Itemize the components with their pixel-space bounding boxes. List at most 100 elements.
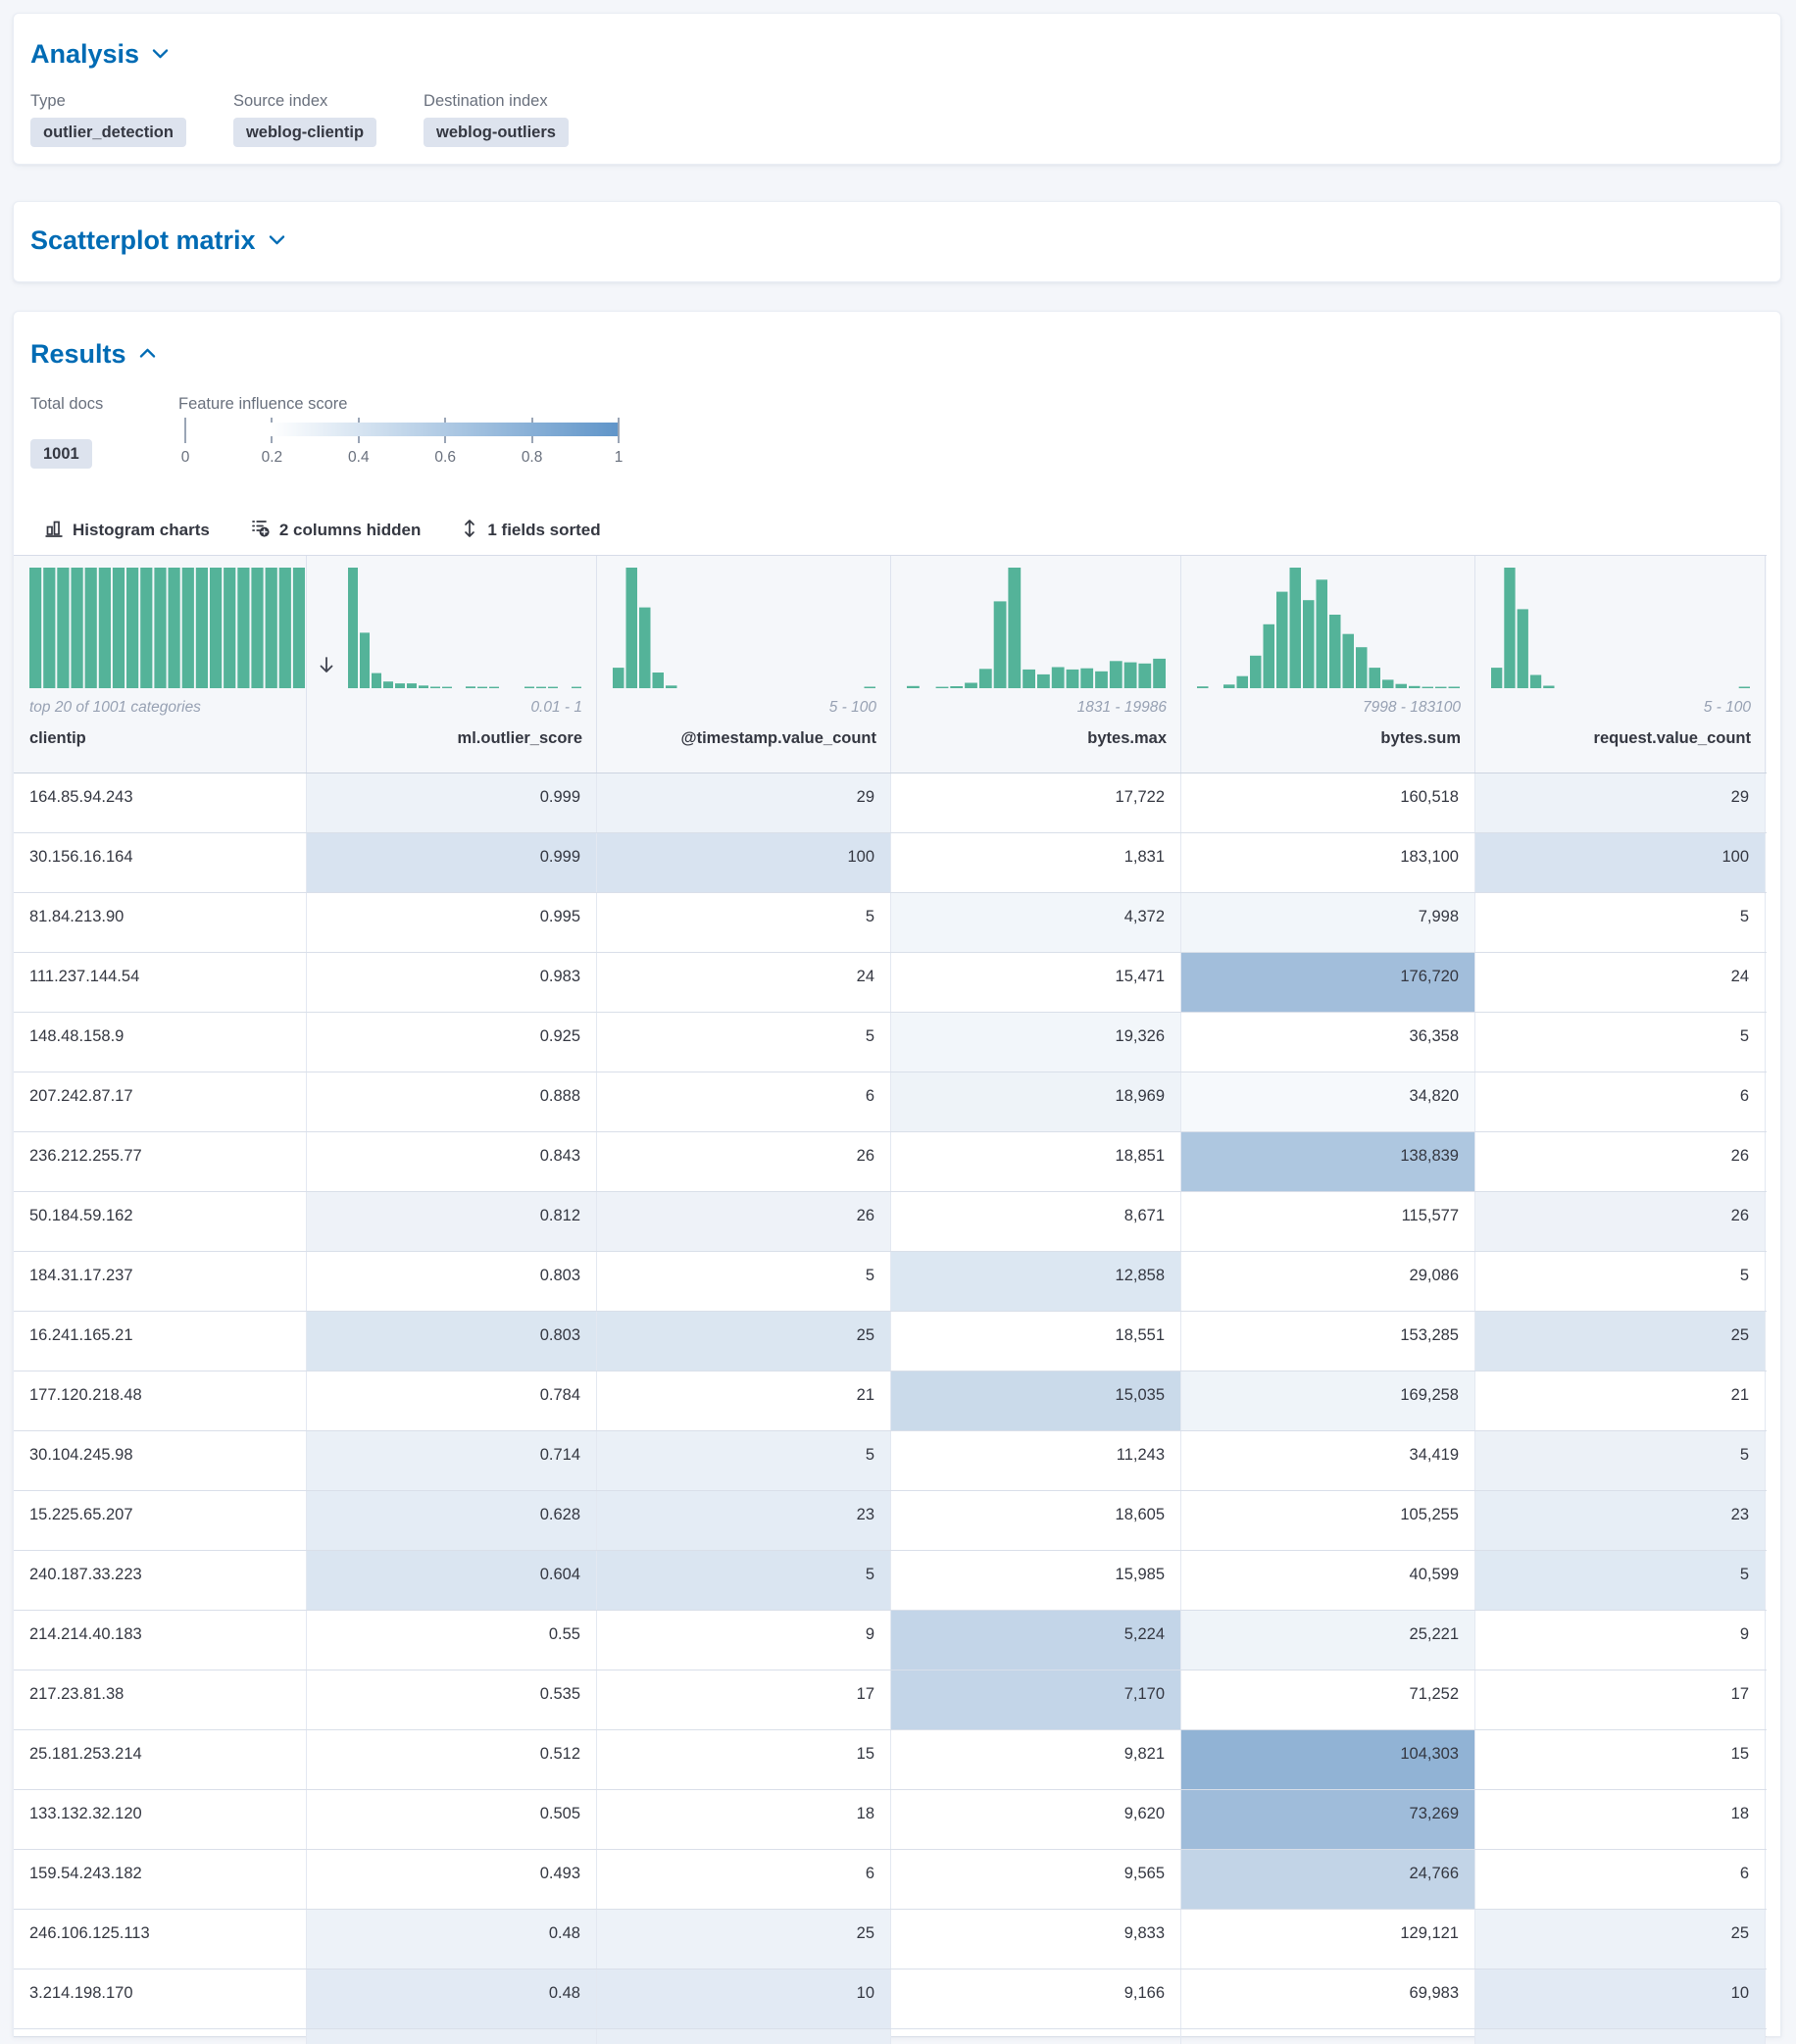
cell-ml-outlier-score[interactable]: 0.505 (307, 1790, 597, 1849)
cell-ml-outlier-score[interactable]: 0.512 (307, 1730, 597, 1789)
cell-bytes-max[interactable]: 9,620 (891, 1790, 1181, 1849)
cell-ml-outlier-score[interactable]: 0.983 (307, 953, 597, 1012)
cell-clientip[interactable]: 159.54.243.182 (14, 1850, 307, 1909)
cell-timestamp-value-count[interactable]: 29 (597, 773, 891, 832)
cell-timestamp-value-count[interactable]: 5 (597, 1013, 891, 1072)
cell-ml-outlier-score[interactable]: 0.999 (307, 773, 597, 832)
cell-timestamp-value-count[interactable]: 26 (597, 1192, 891, 1251)
column-header-request-value-count[interactable]: 5 - 100request.value_count (1475, 556, 1766, 773)
cell-timestamp-value-count[interactable]: 25 (597, 1910, 891, 1969)
cell-bytes-max[interactable]: 5,224 (891, 1611, 1181, 1670)
cell-clientip[interactable]: 30.104.245.98 (14, 1431, 307, 1490)
cell-clientip[interactable]: 214.214.40.183 (14, 1611, 307, 1670)
cell-bytes-sum[interactable]: 183,100 (1181, 833, 1475, 892)
cell-bytes-sum[interactable]: 34,419 (1181, 1431, 1475, 1490)
cell-ml-outlier-score[interactable]: 0.888 (307, 1072, 597, 1131)
cell-ml-outlier-score[interactable]: 0.995 (307, 893, 597, 952)
cell-ml-outlier-score[interactable]: 0.803 (307, 1312, 597, 1371)
cell-bytes-max[interactable]: 9,821 (891, 1730, 1181, 1789)
cell-bytes-max[interactable]: 19,326 (891, 1013, 1181, 1072)
cell-ml-outlier-score[interactable]: 0.604 (307, 1551, 597, 1610)
cell-bytes-sum[interactable]: 129,121 (1181, 1910, 1475, 1969)
cell-request-value-count[interactable]: 21 (1475, 1371, 1766, 1430)
column-header-clientip[interactable]: top 20 of 1001 categoriesclientip (14, 556, 307, 773)
cell-request-value-count[interactable]: 25 (1475, 1312, 1766, 1371)
cell-clientip[interactable]: 3.214.198.170 (14, 1969, 307, 2028)
cell-bytes-max[interactable]: 4,372 (891, 893, 1181, 952)
cell-bytes-max[interactable] (891, 2029, 1181, 2044)
cell-bytes-max[interactable]: 9,833 (891, 1910, 1181, 1969)
cell-request-value-count[interactable] (1475, 2029, 1766, 2044)
cell-bytes-max[interactable]: 17,722 (891, 773, 1181, 832)
cell-timestamp-value-count[interactable]: 17 (597, 1670, 891, 1729)
cell-ml-outlier-score[interactable]: 0.784 (307, 1371, 597, 1430)
cell-timestamp-value-count[interactable]: 23 (597, 1491, 891, 1550)
cell-bytes-sum[interactable]: 104,303 (1181, 1730, 1475, 1789)
cell-bytes-sum[interactable]: 153,285 (1181, 1312, 1475, 1371)
cell-bytes-max[interactable]: 18,969 (891, 1072, 1181, 1131)
fields-sorted-button[interactable]: 1 fields sorted (461, 518, 600, 544)
cell-timestamp-value-count[interactable]: 5 (597, 893, 891, 952)
cell-ml-outlier-score[interactable]: 0.803 (307, 1252, 597, 1311)
cell-timestamp-value-count[interactable]: 15 (597, 1730, 891, 1789)
cell-request-value-count[interactable]: 24 (1475, 953, 1766, 1012)
cell-bytes-max[interactable]: 15,985 (891, 1551, 1181, 1610)
cell-request-value-count[interactable]: 25 (1475, 1910, 1766, 1969)
cell-bytes-sum[interactable]: 29,086 (1181, 1252, 1475, 1311)
cell-ml-outlier-score[interactable]: 0.714 (307, 1431, 597, 1490)
cell-timestamp-value-count[interactable]: 5 (597, 1252, 891, 1311)
cell-clientip[interactable]: 184.31.17.237 (14, 1252, 307, 1311)
cell-bytes-max[interactable]: 11,243 (891, 1431, 1181, 1490)
cell-bytes-sum[interactable]: 7,998 (1181, 893, 1475, 952)
cell-bytes-max[interactable]: 12,858 (891, 1252, 1181, 1311)
cell-bytes-max[interactable]: 18,605 (891, 1491, 1181, 1550)
cell-ml-outlier-score[interactable]: 0.999 (307, 833, 597, 892)
cell-bytes-max[interactable]: 15,471 (891, 953, 1181, 1012)
cell-timestamp-value-count[interactable]: 24 (597, 953, 891, 1012)
cell-timestamp-value-count[interactable]: 18 (597, 1790, 891, 1849)
cell-ml-outlier-score[interactable]: 0.55 (307, 1611, 597, 1670)
cell-timestamp-value-count[interactable]: 5 (597, 1551, 891, 1610)
cell-bytes-sum[interactable]: 25,221 (1181, 1611, 1475, 1670)
cell-clientip[interactable]: 15.225.65.207 (14, 1491, 307, 1550)
cell-request-value-count[interactable]: 26 (1475, 1192, 1766, 1251)
analysis-accordion-toggle[interactable]: Analysis (30, 39, 170, 70)
cell-bytes-sum[interactable]: 71,252 (1181, 1670, 1475, 1729)
cell-request-value-count[interactable]: 18 (1475, 1790, 1766, 1849)
cell-clientip[interactable]: 207.242.87.17 (14, 1072, 307, 1131)
cell-clientip[interactable]: 217.23.81.38 (14, 1670, 307, 1729)
cell-clientip[interactable]: 111.237.144.54 (14, 953, 307, 1012)
cell-clientip[interactable]: 30.156.16.164 (14, 833, 307, 892)
cell-request-value-count[interactable]: 5 (1475, 893, 1766, 952)
cell-bytes-sum[interactable]: 24,766 (1181, 1850, 1475, 1909)
cell-bytes-max[interactable]: 18,851 (891, 1132, 1181, 1191)
cell-ml-outlier-score[interactable]: 0.48 (307, 1969, 597, 2028)
cell-timestamp-value-count[interactable]: 10 (597, 1969, 891, 2028)
cell-clientip[interactable]: 164.85.94.243 (14, 773, 307, 832)
cell-request-value-count[interactable]: 9 (1475, 1611, 1766, 1670)
cell-ml-outlier-score[interactable]: 0.628 (307, 1491, 597, 1550)
cell-bytes-sum[interactable]: 138,839 (1181, 1132, 1475, 1191)
cell-ml-outlier-score[interactable]: 0.493 (307, 1850, 597, 1909)
cell-ml-outlier-score[interactable]: 0.48 (307, 1910, 597, 1969)
cell-timestamp-value-count[interactable] (597, 2029, 891, 2044)
cell-bytes-sum[interactable]: 169,258 (1181, 1371, 1475, 1430)
cell-clientip[interactable]: 133.132.32.120 (14, 1790, 307, 1849)
cell-bytes-sum[interactable]: 176,720 (1181, 953, 1475, 1012)
cell-ml-outlier-score[interactable]: 0.535 (307, 1670, 597, 1729)
cell-bytes-max[interactable]: 7,170 (891, 1670, 1181, 1729)
cell-request-value-count[interactable]: 5 (1475, 1551, 1766, 1610)
scatterplot-accordion-toggle[interactable]: Scatterplot matrix (30, 225, 286, 256)
cell-request-value-count[interactable]: 6 (1475, 1850, 1766, 1909)
cell-timestamp-value-count[interactable]: 21 (597, 1371, 891, 1430)
cell-timestamp-value-count[interactable]: 25 (597, 1312, 891, 1371)
cell-request-value-count[interactable]: 15 (1475, 1730, 1766, 1789)
cell-request-value-count[interactable]: 5 (1475, 1013, 1766, 1072)
cell-bytes-sum[interactable]: 115,577 (1181, 1192, 1475, 1251)
column-header-bytes-max[interactable]: 1831 - 19986bytes.max (891, 556, 1181, 773)
cell-bytes-sum[interactable]: 40,599 (1181, 1551, 1475, 1610)
column-header-timestamp-value-count[interactable]: 5 - 100@timestamp.value_count (597, 556, 891, 773)
cell-bytes-max[interactable]: 15,035 (891, 1371, 1181, 1430)
histogram-charts-button[interactable]: Histogram charts (44, 519, 210, 543)
cell-ml-outlier-score[interactable]: 0.925 (307, 1013, 597, 1072)
